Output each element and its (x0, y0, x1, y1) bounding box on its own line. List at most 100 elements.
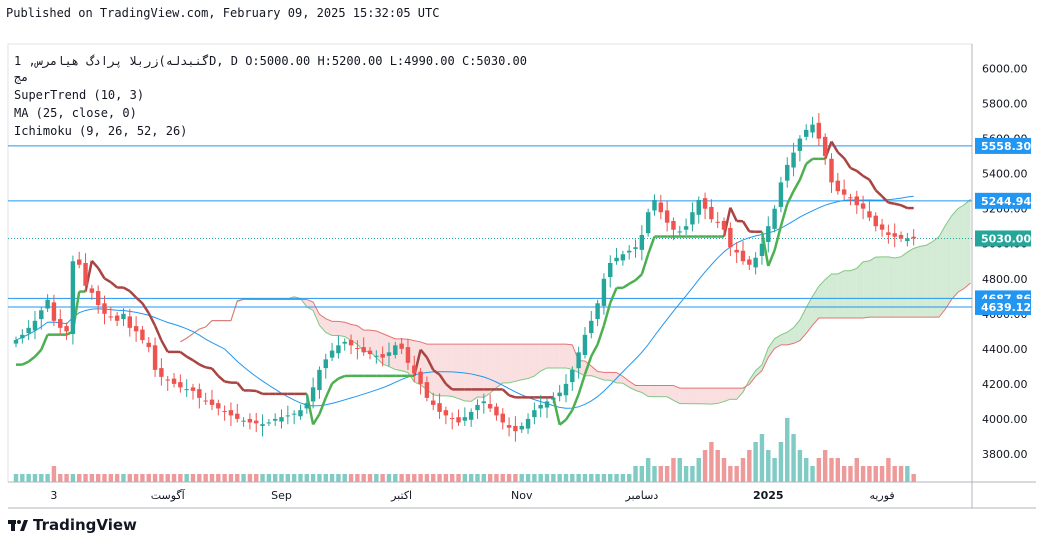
candle[interactable] (513, 416, 518, 442)
candle[interactable] (468, 408, 474, 427)
candle[interactable] (683, 218, 689, 235)
candle[interactable] (652, 194, 657, 216)
candle[interactable] (626, 245, 632, 260)
candle[interactable] (272, 413, 278, 426)
candle[interactable] (772, 205, 777, 233)
candle[interactable] (102, 295, 107, 325)
candle[interactable] (803, 124, 809, 141)
candle[interactable] (64, 322, 69, 341)
candle[interactable] (32, 311, 38, 340)
candle[interactable] (785, 157, 790, 188)
candle[interactable] (254, 412, 259, 433)
candle[interactable] (879, 218, 885, 237)
candle[interactable] (892, 223, 897, 248)
candle[interactable] (589, 311, 594, 339)
candle[interactable] (690, 202, 695, 232)
candle[interactable] (633, 239, 638, 258)
candle[interactable] (285, 405, 291, 425)
candle[interactable] (734, 242, 739, 263)
candle[interactable] (677, 225, 682, 236)
candle[interactable] (209, 389, 215, 411)
candle[interactable] (443, 406, 449, 425)
candle[interactable] (114, 312, 120, 327)
candle[interactable] (437, 393, 442, 419)
candle[interactable] (266, 418, 272, 426)
indicator-ma[interactable]: MA (25, close, 0) (14, 106, 137, 120)
candle[interactable] (835, 172, 841, 195)
candle[interactable] (70, 255, 76, 345)
candle[interactable] (860, 195, 866, 220)
candle[interactable] (620, 250, 626, 266)
candle[interactable] (133, 316, 139, 342)
candle[interactable] (886, 224, 891, 244)
candle[interactable] (563, 374, 569, 403)
candle[interactable] (165, 376, 170, 391)
candle[interactable] (291, 410, 297, 425)
candle[interactable] (336, 335, 341, 359)
candle[interactable] (317, 366, 322, 399)
candle[interactable] (323, 353, 328, 379)
candle[interactable] (51, 294, 57, 327)
candle[interactable] (13, 336, 19, 348)
candle[interactable] (664, 200, 670, 232)
candle[interactable] (494, 403, 499, 421)
candle[interactable] (462, 407, 468, 426)
candle[interactable] (570, 366, 575, 391)
candle[interactable] (854, 190, 859, 214)
candle[interactable] (728, 222, 733, 256)
candle[interactable] (829, 153, 834, 193)
candle[interactable] (487, 394, 493, 412)
candle[interactable] (241, 417, 246, 427)
candle[interactable] (298, 404, 303, 420)
candle[interactable] (519, 422, 524, 433)
candle[interactable] (557, 384, 562, 402)
candle[interactable] (753, 252, 758, 275)
candle[interactable] (905, 232, 910, 247)
price-chart[interactable]: 3800.004000.004200.004400.004600.004800.… (0, 0, 1044, 546)
candle[interactable] (639, 225, 645, 261)
candle[interactable] (778, 176, 784, 213)
candle[interactable] (228, 402, 234, 426)
candle[interactable] (810, 116, 815, 138)
indicator-ichimoku[interactable]: Ichimoku (9, 26, 52, 26) (14, 124, 187, 138)
candle[interactable] (216, 399, 221, 416)
candle[interactable] (83, 253, 88, 292)
candle[interactable] (190, 383, 196, 400)
candle[interactable] (696, 196, 701, 224)
candle[interactable] (867, 201, 872, 221)
candle[interactable] (235, 403, 240, 423)
candle[interactable] (171, 373, 177, 388)
candle[interactable] (601, 273, 607, 315)
tradingview-logo[interactable]: TradingView (8, 516, 137, 534)
candle[interactable] (898, 231, 904, 242)
candle[interactable] (475, 399, 480, 419)
candle[interactable] (747, 255, 752, 271)
candle[interactable] (595, 299, 600, 327)
candle[interactable] (146, 337, 151, 353)
candle[interactable] (822, 133, 828, 165)
candle[interactable] (184, 379, 189, 398)
candle[interactable] (152, 337, 158, 377)
candle[interactable] (658, 194, 664, 220)
candle[interactable] (532, 402, 537, 425)
candle[interactable] (77, 251, 82, 269)
candle[interactable] (342, 338, 347, 351)
candle[interactable] (20, 329, 25, 344)
candle[interactable] (797, 135, 803, 162)
candle[interactable] (766, 216, 771, 253)
candle[interactable] (197, 383, 202, 409)
candle[interactable] (841, 179, 847, 200)
candle[interactable] (247, 413, 253, 430)
candle[interactable] (89, 284, 95, 300)
candle[interactable] (329, 342, 335, 362)
candle[interactable] (108, 306, 114, 321)
candle[interactable] (45, 294, 50, 313)
candle[interactable] (26, 320, 31, 341)
candle[interactable] (127, 308, 133, 337)
candle[interactable] (279, 409, 284, 429)
candle[interactable] (506, 417, 512, 437)
candle[interactable] (873, 212, 878, 232)
candle[interactable] (140, 326, 145, 344)
candle[interactable] (58, 309, 63, 335)
candle[interactable] (791, 142, 796, 177)
